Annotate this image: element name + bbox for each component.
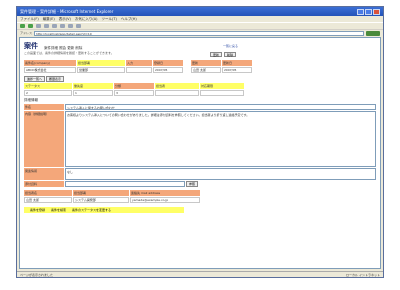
go-button[interactable] [366,30,380,36]
section1-header: 優先度 [73,83,113,89]
summary-cell: ABCD株式会社 [24,67,76,73]
print-icon[interactable] [76,24,81,28]
browse-button[interactable]: 参照 [186,181,199,187]
status-bar: ページが表示されました ローカル イントラネット [17,271,383,277]
field-label: 件名 [24,104,64,110]
form-row-related: 関連情報 なし [24,168,376,180]
history-button[interactable]: 履歴表示 [46,76,65,82]
search-icon[interactable] [60,24,65,28]
window-title: 案件管理 - 案件詳細 - Microsoft Internet Explore… [20,8,114,14]
page-content: 案件 案件詳細 照会 更新 削除 この画面では、案件の詳細情報を確認・更新するこ… [19,37,381,269]
section1-header: ステータス [24,83,72,89]
summary-header: 更新日 [222,60,252,66]
page-note: この画面では、案件の詳細情報を確認・更新することができます。 [24,51,114,55]
summary-cell: 営業部 [77,67,125,73]
footer-cell: yamada@example.co.jp [130,197,200,203]
section1-buttons: 進捗一覧へ 履歴表示 [24,76,376,82]
address-bar: アドレス http://localhost/app/detail.asp?id=… [17,29,383,36]
favorites-icon[interactable] [68,24,73,28]
refresh-icon[interactable] [44,24,49,28]
stop-icon[interactable] [36,24,41,28]
status-left: ページが表示されました [20,272,53,277]
summary-header: 登録日 [153,60,183,66]
change-status-link[interactable]: 案件のステータスを変更する [72,207,111,213]
summary-cell: 2007/05 [153,67,183,73]
footer-header: 担当者名 [24,190,72,196]
field-label: 内容（詳細説明） [24,111,64,167]
search-link[interactable]: 案件を検索 [51,207,66,213]
address-label: アドレス [20,31,33,35]
menu-help[interactable]: ヘルプ(H) [121,17,137,22]
field-label: 関連情報 [24,168,64,180]
delete-button[interactable]: 削除 [224,52,237,57]
section1-cell[interactable]: 1 [73,90,113,96]
menu-file[interactable]: ファイル(F) [20,17,39,22]
update-button[interactable]: 更新 [210,52,223,57]
section1-header: 担当者 [155,83,199,89]
section1-cell[interactable] [200,90,244,96]
summary-value-row: ABCD株式会社 営業部 2007/05 山田 太郎 2007/05 [24,67,376,73]
status-right: ローカル イントラネット [346,272,380,277]
toolbar [17,22,383,29]
content-textarea[interactable]: お客様よりシステム導入についての問い合わせがありました。詳細は添付資料を参照して… [65,111,376,167]
menu-edit[interactable]: 編集(E) [43,17,55,22]
register-link[interactable]: 案件を登録 [30,207,45,213]
section1-cell[interactable] [155,90,199,96]
menu-tools[interactable]: ツール(T) [101,17,116,22]
back-to-list-link[interactable]: 一覧に戻る [223,44,238,48]
page-header: 案件 案件詳細 照会 更新 削除 [24,41,376,51]
summary-header-row: 案件名(company) 担当部署 入力 登録日 更新 更新日 [24,60,376,66]
page-title: 案件 [24,42,38,50]
footer-header-row: 担当者名 担当部署 連絡先 mail address [24,190,376,196]
related-input[interactable]: なし [65,168,376,180]
subject-input[interactable]: システム導入に関するお問い合わせ [65,104,376,110]
back-icon[interactable] [20,24,25,28]
bottom-links: 案件を登録 案件を検索 案件のステータスを変更する [24,207,184,213]
summary-cell: 2007/05 [222,67,252,73]
section1-cell[interactable]: 3 [114,90,154,96]
section1-header-row: ステータス 優先度 分類 担当者 対応期限 [24,83,376,89]
menu-favorites[interactable]: お気に入り(A) [75,17,98,22]
section1-header: 対応期限 [200,83,244,89]
footer-cell: 山田 太郎 [24,197,72,203]
summary-header: 更新 [191,60,221,66]
title-bar: 案件管理 - 案件詳細 - Microsoft Internet Explore… [17,7,383,16]
section1-header: 分類 [114,83,154,89]
top-buttons: 更新 削除 [210,52,237,57]
form-section-label: 詳細情報 [24,98,38,102]
section1-cell[interactable]: 2 [24,90,72,96]
maximize-button[interactable] [365,8,372,15]
minimize-button[interactable] [357,8,364,15]
footer-header: 担当部署 [73,190,129,196]
browser-window: 案件管理 - 案件詳細 - Microsoft Internet Explore… [16,6,384,278]
forward-icon[interactable] [28,24,33,28]
address-input[interactable]: http://localhost/app/detail.asp?id=10 [34,30,364,36]
attachment-input[interactable] [65,181,185,187]
summary-header: 入力 [126,60,152,66]
form-row-attachment: 添付資料 参照 [24,181,376,187]
footer-header: 連絡先 mail address [130,190,200,196]
summary-cell: 山田 太郎 [191,67,221,73]
home-icon[interactable] [52,24,57,28]
summary-header: 担当部署 [77,60,125,66]
form-row-content: 内容（詳細説明） お客様よりシステム導入についての問い合わせがありました。詳細は… [24,111,376,167]
menu-view[interactable]: 表示(V) [59,17,71,22]
footer-cell: システム開発部 [73,197,129,203]
section1-value-row: 2 1 3 [24,90,376,96]
summary-cell [126,67,152,73]
close-button[interactable] [373,8,380,15]
progress-list-button[interactable]: 進捗一覧へ [24,76,46,82]
field-label: 添付資料 [24,181,64,187]
summary-header: 案件名(company) [24,60,76,66]
footer-value-row: 山田 太郎 システム開発部 yamada@example.co.jp [24,197,376,203]
form-row-subject: 件名 システム導入に関するお問い合わせ [24,104,376,110]
